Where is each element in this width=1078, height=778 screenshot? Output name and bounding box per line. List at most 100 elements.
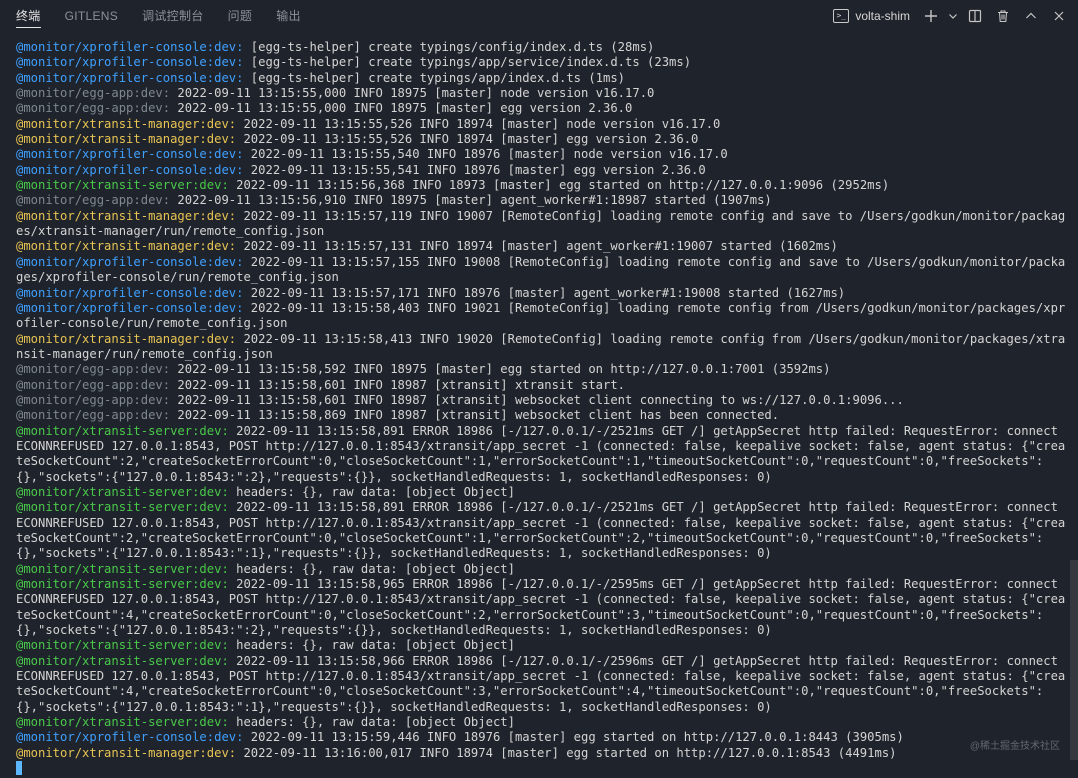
log-message: 2022-09-11 13:15:58,869 INFO 18987 [xtra… <box>170 408 780 423</box>
log-prefix: @monitor/xprofiler-console:dev: <box>16 730 244 745</box>
log-prefix: @monitor/egg-app:dev: <box>16 101 171 116</box>
close-panel-button[interactable] <box>1046 4 1072 28</box>
log-prefix: @monitor/xprofiler-console:dev: <box>16 285 244 300</box>
terminal-line: @monitor/xtransit-server:dev: 2022-09-11… <box>16 577 1068 638</box>
log-message: headers: {}, raw data: [object Object] <box>228 561 515 576</box>
log-message: 2022-09-11 13:15:58,601 INFO 18987 [xtra… <box>170 392 904 407</box>
chevron-up-icon <box>1026 12 1036 19</box>
new-terminal-button[interactable] <box>918 4 944 28</box>
watermark: @稀土掘金技术社区 <box>969 741 1060 752</box>
log-message: 2022-09-11 13:15:55,000 INFO 18975 [mast… <box>170 86 655 101</box>
terminal-line: @monitor/egg-app:dev: 2022-09-11 13:15:5… <box>16 193 1068 208</box>
log-prefix: @monitor/xtransit-server:dev: <box>16 484 229 499</box>
terminal-line: @monitor/xtransit-manager:dev: 2022-09-1… <box>16 332 1068 363</box>
log-prefix: @monitor/xtransit-manager:dev: <box>16 208 237 223</box>
terminal-line: @monitor/egg-app:dev: 2022-09-11 13:15:5… <box>16 86 1068 101</box>
log-prefix: @monitor/xprofiler-console:dev: <box>16 70 244 85</box>
tab-terminal[interactable]: 终端 <box>0 0 53 32</box>
terminal-line: @monitor/egg-app:dev: 2022-09-11 13:15:5… <box>16 378 1068 393</box>
terminal-line: @monitor/xtransit-server:dev: 2022-09-11… <box>16 654 1068 715</box>
terminal-line: @monitor/xtransit-server:dev: 2022-09-11… <box>16 178 1068 193</box>
trash-icon <box>998 10 1008 23</box>
terminal-selector[interactable]: >_ volta-shim <box>827 4 916 28</box>
log-message: 2022-09-11 13:15:56,910 INFO 18975 [mast… <box>170 193 772 208</box>
terminal-line: @monitor/egg-app:dev: 2022-09-11 13:15:5… <box>16 101 1068 116</box>
terminal-line: @monitor/xprofiler-console:dev: 2022-09-… <box>16 730 1068 745</box>
terminal-line: @monitor/xprofiler-console:dev: 2022-09-… <box>16 163 1068 178</box>
log-prefix: @monitor/xtransit-server:dev: <box>16 577 229 592</box>
terminal-name: volta-shim <box>855 9 910 23</box>
maximize-panel-button[interactable] <box>1018 4 1044 28</box>
log-message: 2022-09-11 13:15:58,601 INFO 18987 [xtra… <box>170 377 626 392</box>
log-message: [egg-ts-helper] create typings/app/servi… <box>243 55 692 70</box>
log-message: 2022-09-11 13:15:58,592 INFO 18975 [mast… <box>170 362 831 377</box>
log-message: 2022-09-11 13:15:57,171 INFO 18976 [mast… <box>243 285 846 300</box>
terminal-line: @monitor/xtransit-server:dev: headers: {… <box>16 715 1068 730</box>
log-prefix: @monitor/xprofiler-console:dev: <box>16 300 244 315</box>
tab-output[interactable]: 输出 <box>264 0 313 32</box>
kill-terminal-button[interactable] <box>990 4 1016 28</box>
log-prefix: @monitor/xtransit-server:dev: <box>16 561 229 576</box>
prompt-line <box>16 761 1068 777</box>
terminal-line: @monitor/egg-app:dev: 2022-09-11 13:15:5… <box>16 362 1068 377</box>
terminal-line: @monitor/xtransit-manager:dev: 2022-09-1… <box>16 117 1068 132</box>
log-message: 2022-09-11 13:15:55,526 INFO 18974 [mast… <box>236 116 721 131</box>
log-message: 2022-09-11 13:15:57,131 INFO 18974 [mast… <box>236 239 838 254</box>
split-icon <box>968 9 982 23</box>
terminal-dropdown-button[interactable] <box>946 4 960 28</box>
split-terminal-button[interactable] <box>962 4 988 28</box>
log-prefix: @monitor/xprofiler-console:dev: <box>16 40 244 54</box>
tab-debug-console[interactable]: 调试控制台 <box>130 0 216 32</box>
terminal-line: @monitor/xprofiler-console:dev: 2022-09-… <box>16 286 1068 301</box>
log-prefix: @monitor/xtransit-manager:dev: <box>16 132 237 147</box>
log-prefix: @monitor/xtransit-server:dev: <box>16 715 229 730</box>
terminal-line: @monitor/egg-app:dev: 2022-09-11 13:15:5… <box>16 408 1068 423</box>
terminal-icon: >_ <box>833 9 850 23</box>
log-prefix: @monitor/egg-app:dev: <box>16 392 171 407</box>
terminal-line: @monitor/xprofiler-console:dev: 2022-09-… <box>16 255 1068 286</box>
plus-icon <box>925 10 937 22</box>
close-icon <box>1054 11 1064 21</box>
log-prefix: @monitor/xtransit-server:dev: <box>16 178 229 193</box>
terminal-line: @monitor/xprofiler-console:dev: [egg-ts-… <box>16 40 1068 55</box>
log-message: 2022-09-11 13:15:55,540 INFO 18976 [mast… <box>243 147 728 162</box>
log-prefix: @monitor/xtransit-manager:dev: <box>16 116 237 131</box>
terminal-cursor <box>16 761 22 776</box>
tab-problems[interactable]: 问题 <box>216 0 265 32</box>
log-prefix: @monitor/xtransit-server:dev: <box>16 423 229 438</box>
terminal-line: @monitor/xtransit-manager:dev: 2022-09-1… <box>16 209 1068 240</box>
log-message: 2022-09-11 13:15:55,000 INFO 18975 [mast… <box>170 101 633 116</box>
log-message: headers: {}, raw data: [object Object] <box>228 715 515 730</box>
log-message: 2022-09-11 13:15:55,526 INFO 18974 [mast… <box>236 132 699 147</box>
log-prefix: @monitor/egg-app:dev: <box>16 408 171 423</box>
log-prefix: @monitor/egg-app:dev: <box>16 193 171 208</box>
log-prefix: @monitor/xprofiler-console:dev: <box>16 147 244 162</box>
panel-actions: >_ volta-shim <box>827 0 1072 32</box>
terminal-line: @monitor/xprofiler-console:dev: 2022-09-… <box>16 147 1068 162</box>
log-message: 2022-09-11 13:16:00,017 INFO 18974 [mast… <box>236 745 897 760</box>
terminal-line: @monitor/xtransit-manager:dev: 2022-09-1… <box>16 746 1068 761</box>
terminal-scrollbar[interactable] <box>1070 560 1078 760</box>
log-prefix: @monitor/xtransit-server:dev: <box>16 653 229 668</box>
log-message: headers: {}, raw data: [object Object] <box>228 484 515 499</box>
tab-gitlens[interactable]: GITLENS <box>53 0 130 32</box>
log-prefix: @monitor/egg-app:dev: <box>16 362 171 377</box>
log-prefix: @monitor/xtransit-server:dev: <box>16 500 229 515</box>
log-prefix: @monitor/xtransit-server:dev: <box>16 638 229 653</box>
log-message: 2022-09-11 13:15:56,368 INFO 18973 [mast… <box>228 178 890 193</box>
terminal-line: @monitor/xtransit-server:dev: headers: {… <box>16 485 1068 500</box>
terminal-line: @monitor/xprofiler-console:dev: [egg-ts-… <box>16 55 1068 70</box>
log-message: headers: {}, raw data: [object Object] <box>228 638 515 653</box>
panel-tab-bar: 终端 GITLENS 调试控制台 问题 输出 >_ volta-shim <box>0 0 1078 32</box>
log-message: 2022-09-11 13:15:59,446 INFO 18976 [mast… <box>243 730 904 745</box>
terminal-line: @monitor/xprofiler-console:dev: [egg-ts-… <box>16 71 1068 86</box>
terminal-line: @monitor/xtransit-server:dev: 2022-09-11… <box>16 500 1068 561</box>
log-prefix: @monitor/egg-app:dev: <box>16 86 171 101</box>
log-prefix: @monitor/xtransit-manager:dev: <box>16 745 237 760</box>
terminal-line: @monitor/xtransit-server:dev: headers: {… <box>16 638 1068 653</box>
log-prefix: @monitor/xtransit-manager:dev: <box>16 239 237 254</box>
log-prefix: @monitor/xtransit-manager:dev: <box>16 331 237 346</box>
terminal-output[interactable]: @monitor/xprofiler-console:dev: [egg-ts-… <box>16 40 1068 778</box>
log-message: [egg-ts-helper] create typings/app/index… <box>243 70 626 85</box>
log-prefix: @monitor/egg-app:dev: <box>16 377 171 392</box>
